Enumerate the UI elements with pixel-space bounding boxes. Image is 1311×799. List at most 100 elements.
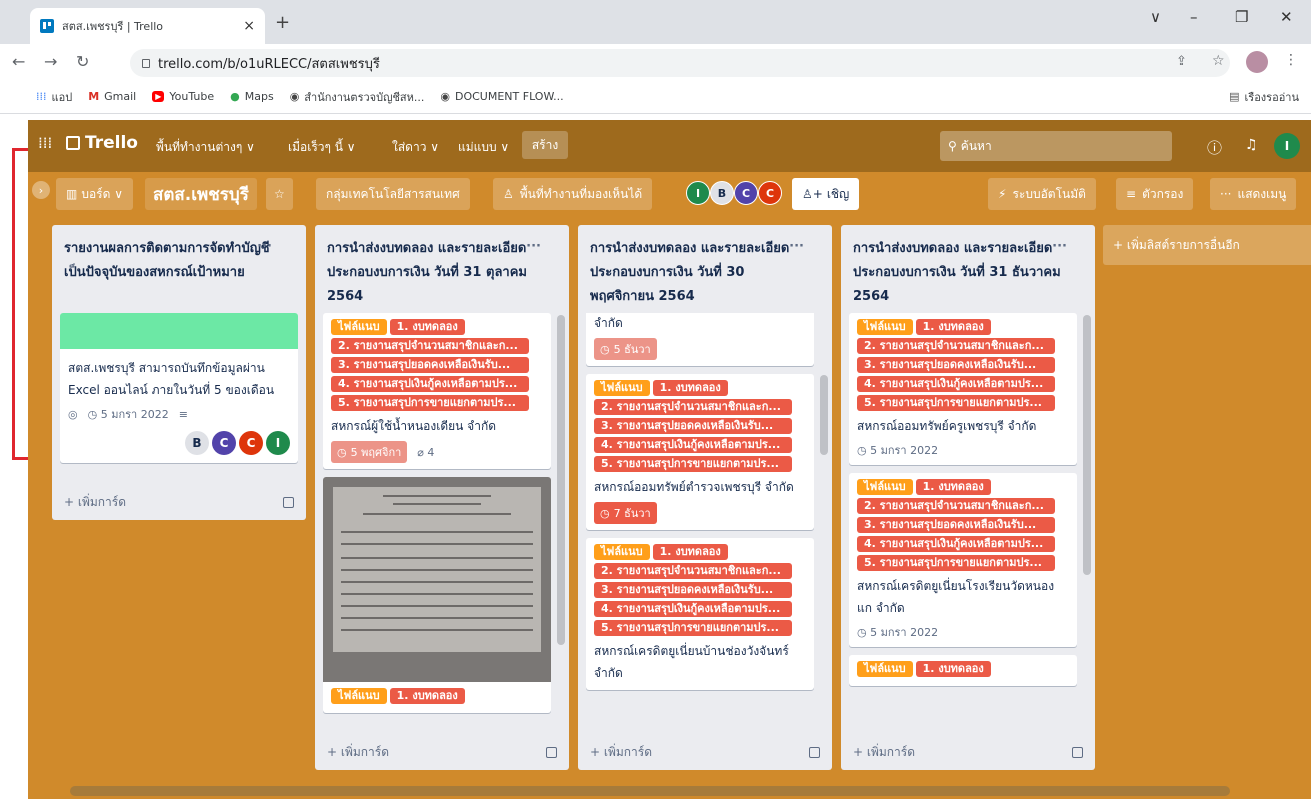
add-list-button[interactable]: + เพิ่มลิสต์รายการอื่นอีก [1103, 225, 1311, 265]
menu-recent[interactable]: เมื่อเร็วๆ นี้ ∨ [288, 138, 356, 157]
search-input[interactable]: ⚲ ค้นหา [940, 131, 1172, 161]
label-attachment: ไฟล์แนบ [594, 380, 650, 396]
template-icon[interactable] [283, 496, 294, 508]
template-icon[interactable] [1072, 746, 1083, 758]
sidebar-expand-icon[interactable]: › [32, 181, 50, 199]
info-icon[interactable]: ⓘ [1207, 137, 1222, 158]
add-card-row[interactable]: + เพิ่มการ์ด [841, 734, 1095, 770]
tab-search-icon[interactable]: ∨ [1150, 8, 1161, 26]
close-tab-icon[interactable]: × [243, 18, 255, 34]
description-icon: ≡ [178, 407, 188, 421]
card[interactable]: ไฟล์แนบ 1. งบทดลอง 2. รายงานสรุปจำนวนสมาช… [586, 374, 814, 530]
card-title: สหกรณ์ออมทรัพย์ครูเพชรบุรี จำกัด [857, 419, 1037, 433]
add-card-label: + เพิ่มการ์ด [590, 744, 653, 759]
card[interactable]: จำกัด ◷ 5 ธันวา [586, 313, 814, 366]
member-avatar[interactable]: I [266, 431, 290, 455]
member-avatar[interactable]: B [710, 181, 734, 205]
member-avatar[interactable]: C [758, 181, 782, 205]
board-view-switcher[interactable]: ▥ บอร์ด ∨ [56, 178, 134, 210]
browser-menu-icon[interactable]: ⋮ [1284, 52, 1298, 68]
due-badge: ◷ 5 มกรา 2022 [857, 441, 938, 459]
card[interactable]: ไฟล์แนบ 1. งบทดลอง [323, 477, 551, 713]
new-tab-icon[interactable]: + [275, 12, 290, 33]
card[interactable]: ไฟล์แนบ 1. งบทดลอง [849, 655, 1077, 686]
card[interactable]: ไฟล์แนบ 1. งบทดลอง 2. รายงานสรุปจำนวนสมาช… [586, 538, 814, 690]
board-horizontal-scrollbar[interactable] [70, 786, 1230, 796]
card[interactable]: ไฟล์แนบ 1. งบทดลอง 2. รายงานสรุปจำนวนสมาช… [849, 473, 1077, 647]
paperclip-icon: ⌀ [417, 445, 424, 459]
trello-logo[interactable]: Trello [66, 133, 138, 153]
filter-button[interactable]: ≡ ตัวกรอง [1116, 178, 1194, 210]
menu-templates[interactable]: แม่แบบ ∨ [458, 138, 509, 157]
list-title[interactable]: รายงานผลการติดตามการจัดทำบัญชีเป็นปัจจุบ… [52, 225, 282, 293]
bookmark-office[interactable]: ◉ สำนักงานตรวจบัญชีสห... [290, 88, 425, 106]
workspace-button[interactable]: กลุ่มเทคโนโลยีสารสนเทศ [316, 178, 470, 210]
forward-icon[interactable]: → [44, 52, 57, 71]
due-badge: ◷ 5 มกรา 2022 [88, 405, 169, 423]
list-scrollbar[interactable] [820, 375, 828, 455]
watch-eye-icon: ◎ [68, 407, 78, 421]
bookmark-gmail[interactable]: M Gmail [88, 90, 136, 103]
browser-tab[interactable]: สตส.เพชรบุรี | Trello × [30, 8, 265, 44]
label-report-3: 3. รายงานสรุปยอดคงเหลือเงินรับ... [594, 582, 792, 598]
add-card-row[interactable]: + เพิ่มการ์ด [52, 484, 306, 520]
share-icon[interactable]: ⇪ [1176, 54, 1187, 69]
template-icon[interactable] [546, 746, 557, 758]
board-title[interactable]: สตส.เพชรบุรี [145, 178, 257, 210]
list-menu-icon[interactable]: ··· [526, 235, 541, 259]
list-title-text: การนำส่งงบทดลอง และรายละเอียดประกอบงบการ… [853, 241, 1061, 304]
maximize-icon[interactable]: ❐ [1235, 8, 1248, 26]
member-avatar[interactable]: C [734, 181, 758, 205]
bookmark-docflow[interactable]: ◉ DOCUMENT FLOW... [440, 90, 563, 103]
list-title[interactable]: การนำส่งงบทดลอง และรายละเอียดประกอบงบการ… [315, 225, 551, 317]
member-avatar[interactable]: B [185, 431, 209, 455]
add-card-row[interactable]: + เพิ่มการ์ด [578, 734, 832, 770]
bookmark-apps[interactable]: ⁞⁞⁞ แอป [36, 88, 72, 106]
member-avatar[interactable]: I [686, 181, 710, 205]
list-title[interactable]: การนำส่งงบทดลอง และรายละเอียดประกอบงบการ… [841, 225, 1077, 317]
view-label: บอร์ด ∨ [81, 186, 124, 201]
address-bar[interactable]: trello.com/b/o1uRLECC/สตสเพชรบุรี [130, 49, 1230, 77]
app-switcher-icon[interactable]: ⁞⁞⁞ [38, 134, 52, 152]
member-avatar[interactable]: C [212, 431, 236, 455]
due-badge: ◷ 5 มกรา 2022 [857, 623, 938, 641]
profile-avatar[interactable] [1246, 51, 1268, 73]
card-image-cover [323, 477, 551, 682]
create-button[interactable]: สร้าง [522, 131, 568, 159]
add-card-row[interactable]: + เพิ่มการ์ด [315, 734, 569, 770]
list-menu-icon[interactable]: ··· [257, 235, 272, 259]
globe-icon: ◉ [440, 90, 450, 103]
notification-bell-icon[interactable]: ♫ [1245, 137, 1258, 153]
automation-button[interactable]: ⚡ ระบบอัตโนมัติ [988, 178, 1096, 210]
minimize-icon[interactable]: – [1190, 8, 1198, 26]
bookmark-star-icon[interactable]: ☆ [1212, 53, 1225, 69]
back-icon[interactable]: ← [12, 52, 25, 71]
label-report-4: 4. รายงานสรุปเงินกู้คงเหลือตามปร... [594, 437, 792, 453]
list-menu-icon[interactable]: ··· [789, 235, 804, 259]
invite-button[interactable]: ♙+ เชิญ [792, 178, 860, 210]
card[interactable]: ไฟล์แนบ 1. งบทดลอง 2. รายงานสรุปจำนวนสมาช… [323, 313, 551, 469]
card[interactable]: ไฟล์แนบ 1. งบทดลอง 2. รายงานสรุปจำนวนสมาช… [849, 313, 1077, 465]
card-title: จำกัด [594, 316, 623, 330]
menu-workspaces[interactable]: พื้นที่ทำงานต่างๆ ∨ [156, 138, 255, 157]
card[interactable]: สตส.เพชรบุรี สามารถบันทึกข้อมูลผ่าน Exce… [60, 313, 298, 463]
list-title-text: การนำส่งงบทดลอง และรายละเอียดประกอบงบการ… [327, 241, 527, 304]
star-board-icon[interactable]: ☆ [266, 178, 293, 210]
bookmark-youtube[interactable]: ▶ YouTube [152, 90, 214, 103]
show-menu-button[interactable]: ··· แสดงเมนู [1210, 178, 1297, 210]
list-scrollbar[interactable] [1083, 315, 1091, 575]
menu-starred[interactable]: ใส่ดาว ∨ [392, 138, 439, 157]
reload-icon[interactable]: ↻ [76, 52, 89, 71]
bookmark-maps[interactable]: ● Maps [230, 90, 274, 103]
reading-list[interactable]: ▤ เรืองรออ่าน [1229, 88, 1299, 106]
bookmark-label: Maps [244, 90, 274, 103]
list-title[interactable]: การนำส่งงบทดลอง และรายละเอียดประกอบงบการ… [578, 225, 814, 317]
close-window-icon[interactable]: ✕ [1280, 8, 1293, 26]
list-scrollbar[interactable] [557, 315, 565, 645]
list-menu-icon[interactable]: ··· [1052, 235, 1067, 259]
member-avatar[interactable]: C [239, 431, 263, 455]
label-report-3: 3. รายงานสรุปยอดคงเหลือเงินรับ... [331, 357, 529, 373]
user-avatar[interactable]: I [1274, 133, 1300, 159]
visibility-button[interactable]: ♙ พื้นที่ทำงานที่มองเห็นได้ [493, 178, 653, 210]
template-icon[interactable] [809, 746, 820, 758]
